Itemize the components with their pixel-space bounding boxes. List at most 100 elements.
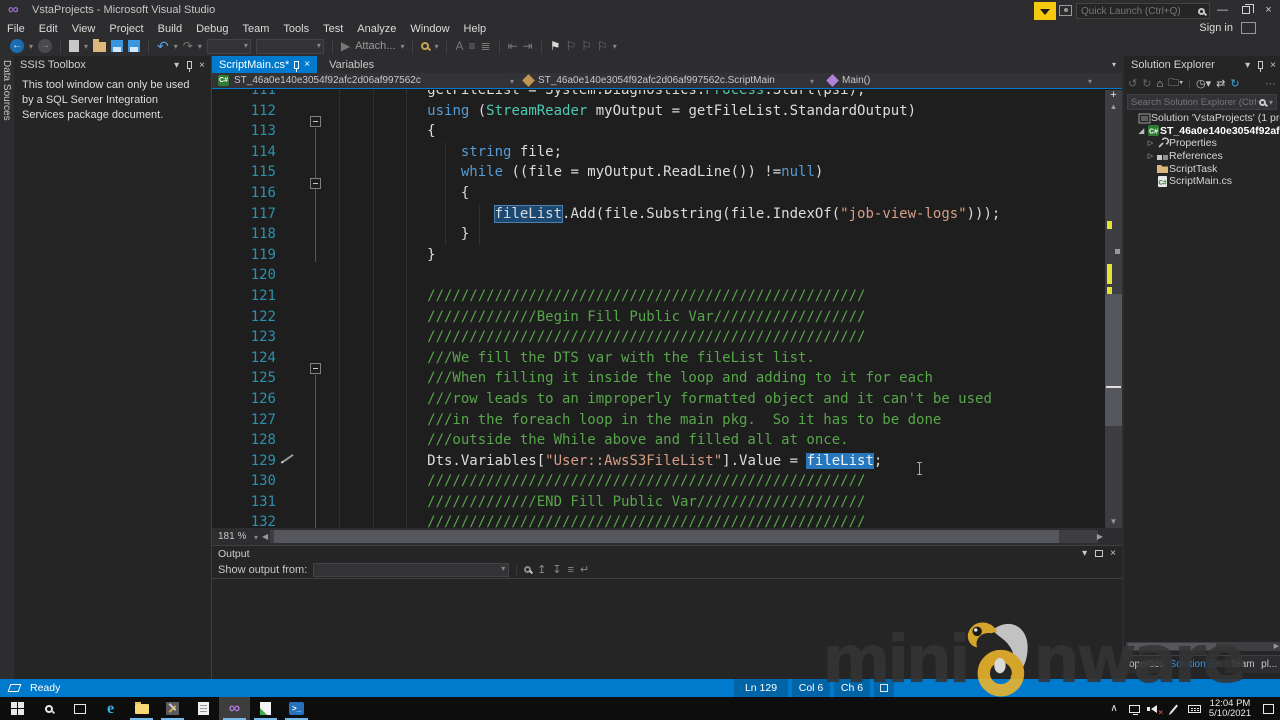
scroll-left-icon[interactable]: ◀ (262, 532, 268, 541)
taskbar-document-app[interactable] (188, 697, 219, 720)
code-line-124[interactable]: 124 ///We fill the DTS var with the file… (212, 348, 1105, 369)
code-line-116[interactable]: 116 { (212, 183, 1105, 204)
dropdown-icon[interactable]: ▾ (400, 42, 404, 51)
redo-icon[interactable]: ↷ (183, 37, 193, 55)
solution-search-input[interactable] (1131, 96, 1259, 108)
taskbar-data-tools[interactable] (157, 697, 188, 720)
status-column[interactable]: Col 6 (792, 679, 830, 697)
find-message-icon[interactable] (524, 564, 532, 576)
vertical-scrollbar[interactable]: + ▲ ▼ (1105, 90, 1122, 528)
collapsed-arrow-icon[interactable]: ▷ (1146, 139, 1155, 147)
menu-debug[interactable]: Debug (189, 23, 235, 35)
scroll-up-icon[interactable]: ▲ (1105, 102, 1122, 111)
back-icon[interactable]: ↺ (1128, 77, 1137, 90)
code-editor[interactable]: 111 getFileList = System.Diagnostics.Pro… (212, 90, 1105, 529)
code-line-122[interactable]: 122 /////////////Begin Fill Public Var//… (212, 307, 1105, 328)
menu-window[interactable]: Window (403, 23, 456, 35)
switch-views-icon[interactable]: 🗀▾ (1168, 74, 1183, 93)
forward-icon[interactable]: ↻ (1142, 77, 1151, 90)
editor-tool-icon[interactable]: ≣ (481, 37, 491, 55)
output-content[interactable] (212, 579, 1122, 678)
code-line-126[interactable]: 126 ///row leads to an improperly format… (212, 389, 1105, 410)
quick-launch-input[interactable] (1081, 5, 1198, 17)
pin-icon[interactable] (294, 60, 300, 72)
tray-chevron-up-icon[interactable]: ∧ (1104, 697, 1124, 720)
solution-explorer-header[interactable]: Solution Explorer ▾ × (1124, 56, 1280, 74)
menu-build[interactable]: Build (151, 23, 189, 35)
status-line[interactable]: Ln 129 (734, 679, 788, 697)
previous-message-icon[interactable]: ↥ (537, 563, 546, 576)
sync-with-active-document-icon[interactable]: ⇄ (1216, 77, 1225, 90)
scroll-right-icon[interactable]: ▶ (1274, 642, 1279, 650)
pin-icon[interactable] (187, 61, 193, 72)
editor-tool-icon[interactable]: ≡ (469, 37, 476, 55)
zoom-dropdown-icon[interactable]: ▾ (254, 533, 258, 542)
outdent-icon[interactable]: ⇤ (508, 37, 518, 55)
pending-changes-filter-icon[interactable]: ◷▾ (1196, 77, 1211, 90)
panel-tab-operties[interactable]: operties (1124, 656, 1165, 673)
menu-team[interactable]: Team (236, 23, 277, 35)
scrollbar-thumb[interactable] (1128, 643, 1216, 650)
code-line-121[interactable]: 121 ////////////////////////////////////… (212, 286, 1105, 307)
tree-item-scriptmain-cs[interactable]: C# ScriptMain.cs (1124, 175, 1280, 188)
next-message-icon[interactable]: ↧ (552, 563, 561, 576)
tree-horizontal-scrollbar[interactable]: ▶ (1126, 642, 1280, 651)
code-line-125[interactable]: 125 ///When filling it inside the loop a… (212, 368, 1105, 389)
clear-bookmarks-icon[interactable]: ⚐ (597, 37, 608, 55)
collapsed-arrow-icon[interactable]: ▷ (1146, 152, 1155, 160)
window-position-icon[interactable]: ▾ (1245, 60, 1250, 71)
code-line-130[interactable]: 130 ////////////////////////////////////… (212, 471, 1105, 492)
panel-tab-team[interactable]: Team (1225, 656, 1256, 673)
menu-tools[interactable]: Tools (276, 23, 316, 35)
keyboard-icon[interactable] (1184, 697, 1204, 720)
code-line-131[interactable]: 131 /////////////END Fill Public Var////… (212, 492, 1105, 513)
output-header[interactable]: Output ▾ × (212, 546, 1122, 561)
fold-collapse-icon[interactable] (310, 178, 321, 189)
taskbar-clock[interactable]: 12:04 PM 5/10/2021 (1204, 698, 1256, 719)
zoom-level[interactable]: 181 % (218, 531, 246, 542)
fold-collapse-icon[interactable] (310, 363, 321, 374)
menu-test[interactable]: Test (316, 23, 350, 35)
text-tool-icon[interactable]: A (455, 37, 463, 55)
dropdown-icon[interactable]: ▾ (198, 42, 202, 51)
dropdown-icon[interactable]: ▾ (174, 42, 178, 51)
window-position-icon[interactable]: ▾ (1082, 548, 1087, 559)
code-line-129[interactable]: 129 Dts.Variables["User::AwsS3FileList"]… (212, 451, 1105, 472)
code-line-113[interactable]: 113 { (212, 121, 1105, 142)
close-icon[interactable]: × (1270, 60, 1276, 71)
home-icon[interactable]: ⌂ (1156, 78, 1163, 90)
menu-help[interactable]: Help (457, 23, 494, 35)
quick-launch-search[interactable] (1076, 3, 1210, 19)
code-line-132[interactable]: 132 ////////////////////////////////////… (212, 512, 1105, 529)
navigate-back-icon[interactable]: ← (10, 39, 24, 53)
ssis-toolbox-header[interactable]: SSIS Toolbox ▾ × (14, 56, 211, 74)
toolbar-combobox[interactable] (255, 38, 324, 54)
taskbar-visual-studio[interactable]: ∞ (219, 697, 250, 720)
close-icon[interactable]: × (1110, 548, 1116, 559)
new-file-icon[interactable] (69, 40, 80, 52)
code-line-127[interactable]: 127 ///in the foreach loop in the main p… (212, 410, 1105, 431)
attach-button[interactable]: Attach... (355, 40, 395, 52)
undo-icon[interactable]: ↶ (157, 37, 169, 55)
scrollbar-thumb[interactable] (1105, 294, 1122, 426)
chevron-down-icon[interactable]: ▾ (1088, 77, 1092, 86)
code-line-112[interactable]: 112 using (StreamReader myOutput = getFi… (212, 101, 1105, 122)
taskbar-editor-app[interactable] (250, 697, 281, 720)
dropdown-icon[interactable]: ▾ (29, 42, 33, 51)
previous-bookmark-icon[interactable]: ⚐ (565, 37, 576, 55)
tree-item-st-46a0e140e3054f92afc2d06[interactable]: ◢C#ST_46a0e140e3054f92afc2d06 (1124, 125, 1280, 138)
tree-item-scripttask[interactable]: ScriptTask (1124, 162, 1280, 175)
tree-item-solution-vstaprojects-1-projec[interactable]: Solution 'VstaProjects' (1 project) (1124, 112, 1280, 125)
navigate-forward-icon[interactable]: → (38, 39, 53, 53)
tab-scriptmain[interactable]: ScriptMain.cs* × (212, 56, 318, 73)
code-line-123[interactable]: 123 ////////////////////////////////////… (212, 327, 1105, 348)
fold-collapse-icon[interactable] (310, 116, 321, 127)
code-line-118[interactable]: 118 } (212, 224, 1105, 245)
word-wrap-icon[interactable]: ↵ (580, 563, 589, 576)
menu-analyze[interactable]: Analyze (350, 23, 403, 35)
horizontal-scrollbar[interactable]: 181 % ▾ ◀ ▶ (212, 528, 1105, 545)
split-editor-button[interactable]: + (1105, 90, 1122, 101)
toolbar-combobox[interactable] (206, 38, 251, 54)
window-position-icon[interactable]: ▾ (174, 60, 179, 71)
refresh-icon[interactable]: ↻ (1230, 77, 1239, 90)
